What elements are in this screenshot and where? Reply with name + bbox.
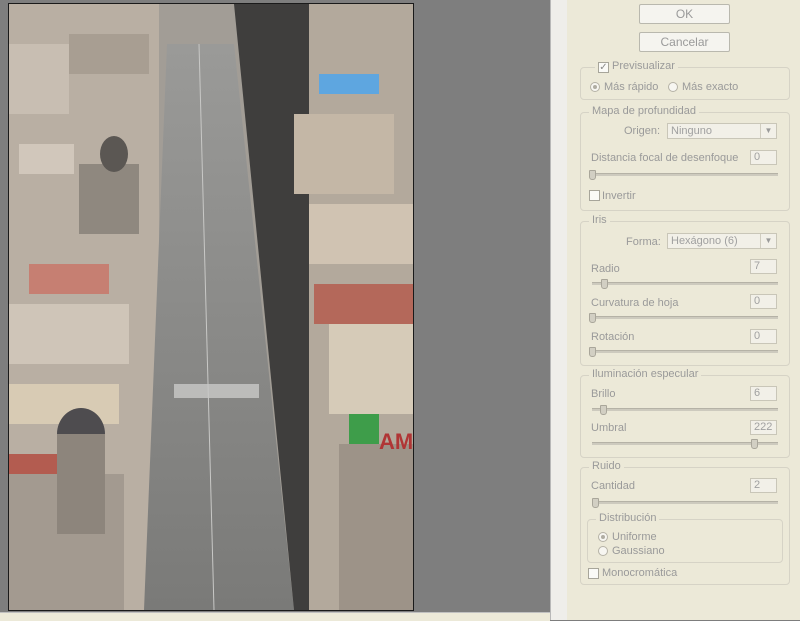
- chevron-down-icon: ▼: [760, 124, 776, 138]
- slider-thumb[interactable]: [600, 405, 607, 415]
- distribution-legend: Distribución: [596, 512, 660, 524]
- radio-faster[interactable]: [590, 82, 600, 92]
- threshold-label: Umbral: [591, 422, 627, 434]
- focal-distance-input[interactable]: 0: [750, 150, 777, 165]
- sign-text: AM: [379, 429, 413, 454]
- slider-thumb[interactable]: [592, 498, 599, 508]
- curvature-input[interactable]: 0: [750, 294, 777, 309]
- radio-more-accurate-label: Más exacto: [682, 81, 739, 93]
- noise-legend: Ruido: [589, 460, 624, 472]
- curvature-label: Curvatura de hoja: [591, 297, 679, 309]
- radio-gaussian[interactable]: [598, 546, 608, 556]
- curvature-slider[interactable]: [589, 313, 778, 323]
- source-label: Origen:: [624, 125, 661, 137]
- radius-slider[interactable]: [592, 279, 778, 289]
- chevron-down-icon: ▼: [760, 234, 776, 248]
- focal-distance-slider[interactable]: [589, 170, 778, 180]
- slider-thumb[interactable]: [589, 347, 596, 357]
- distribution-group: Distribución Uniforme Gaussiano: [587, 512, 783, 563]
- ok-button[interactable]: OK: [639, 4, 730, 24]
- preview-label: Previsualizar: [612, 60, 675, 72]
- rotation-label: Rotación: [591, 331, 635, 343]
- vertical-scrollbar[interactable]: [550, 0, 567, 620]
- radio-faster-label: Más rápido: [604, 81, 659, 93]
- radio-gaussian-label: Gaussiano: [612, 545, 665, 557]
- radio-uniform[interactable]: [598, 532, 608, 542]
- iris-group: Iris Forma: Hexágono (6) ▼ Radio 7 Curva…: [580, 214, 790, 366]
- preview-image[interactable]: AM: [8, 3, 414, 611]
- iris-legend: Iris: [589, 214, 610, 226]
- invert-checkbox[interactable]: [589, 190, 600, 201]
- radius-input[interactable]: 7: [750, 259, 777, 274]
- focal-distance-label: Distancia focal de desenfoque: [591, 152, 739, 164]
- rotation-input[interactable]: 0: [750, 329, 777, 344]
- threshold-input[interactable]: 222: [750, 420, 777, 435]
- preview-checkbox[interactable]: ✓: [598, 62, 609, 73]
- preview-canvas[interactable]: AM: [0, 0, 550, 614]
- amount-input[interactable]: 2: [750, 478, 777, 493]
- shape-label: Forma:: [626, 236, 661, 248]
- radius-label: Radio: [591, 263, 620, 275]
- preview-group: ✓ Previsualizar Más rápido Más exacto: [580, 60, 790, 100]
- cancel-button[interactable]: Cancelar: [639, 32, 730, 52]
- settings-panel: OK Cancelar ✓ Previsualizar Más rápido Má…: [567, 0, 800, 620]
- slider-thumb[interactable]: [589, 170, 596, 180]
- monochromatic-label: Monocromática: [602, 567, 678, 579]
- invert-label: Invertir: [602, 190, 636, 202]
- source-select[interactable]: Ninguno ▼: [667, 123, 777, 139]
- amount-label: Cantidad: [591, 480, 636, 492]
- slider-thumb[interactable]: [601, 279, 608, 289]
- depth-map-group: Mapa de profundidad Origen: Ninguno ▼ Di…: [580, 105, 790, 211]
- specular-group: Iluminación especular Brillo 6 Umbral 22…: [580, 368, 790, 458]
- depth-map-legend: Mapa de profundidad: [589, 105, 699, 117]
- specular-legend: Iluminación especular: [589, 368, 702, 380]
- rotation-slider[interactable]: [589, 347, 778, 357]
- threshold-slider[interactable]: [592, 439, 778, 449]
- slider-thumb[interactable]: [751, 439, 758, 449]
- brightness-slider[interactable]: [592, 405, 778, 415]
- monochromatic-checkbox[interactable]: [588, 568, 599, 579]
- radio-uniform-label: Uniforme: [612, 531, 657, 543]
- radio-more-accurate[interactable]: [668, 82, 678, 92]
- brightness-input[interactable]: 6: [750, 386, 777, 401]
- shape-select[interactable]: Hexágono (6) ▼: [667, 233, 777, 249]
- brightness-label: Brillo: [591, 388, 616, 400]
- amount-slider[interactable]: [592, 498, 778, 508]
- city-street-photo: AM: [9, 4, 413, 610]
- noise-group: Ruido Cantidad 2 Distribución Uniforme G…: [580, 460, 790, 585]
- slider-thumb[interactable]: [589, 313, 596, 323]
